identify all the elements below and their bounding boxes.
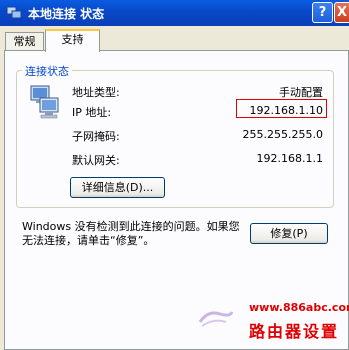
watermark-url: www.886abc.com	[249, 301, 349, 314]
title-bar[interactable]: 本地连接 状态 ? X	[0, 0, 349, 26]
subnet-mask-label: 子网掩码:	[72, 130, 120, 143]
address-type-label: 地址类型:	[72, 86, 120, 99]
group-title: 连接状态	[22, 63, 72, 79]
window-title: 本地连接 状态	[28, 7, 105, 21]
default-gateway-label: 默认网关:	[72, 154, 120, 167]
help-button[interactable]: ?	[312, 2, 333, 23]
subnet-mask-value: 255.255.255.0	[242, 128, 323, 141]
address-type-value: 手动配置	[279, 86, 323, 99]
watermark-swirl-icon	[198, 311, 234, 327]
ip-address-label: IP 地址:	[72, 106, 112, 119]
repair-button[interactable]: 修复(P)	[250, 223, 328, 244]
network-connection-icon	[6, 6, 22, 19]
default-gateway-value: 192.168.1.1	[256, 152, 323, 165]
network-computers-icon	[30, 85, 59, 119]
details-button[interactable]: 详细信息(D)...	[70, 177, 165, 198]
diagnostic-message: Windows 没有检测到此连接的问题。如果您无法连接，请单击“修复”。	[22, 220, 240, 247]
tab-general[interactable]: 常规	[5, 32, 44, 51]
ip-address-value: 192.168.1.10	[249, 104, 323, 117]
close-button[interactable]: X	[334, 2, 349, 23]
watermark-text: 路由器设置	[249, 322, 340, 341]
tab-support[interactable]: 支持	[45, 29, 100, 52]
